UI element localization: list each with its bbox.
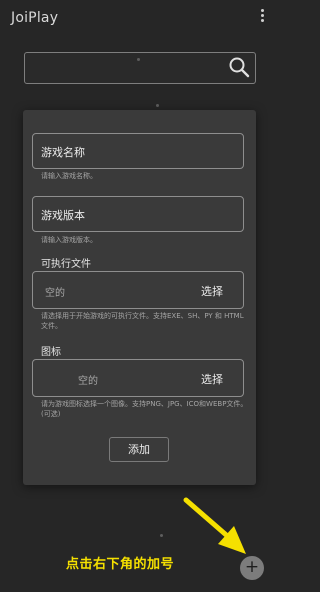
game-version-hint: 请输入游戏版本。 — [41, 236, 97, 244]
executable-hint: 请选择用于开始游戏的可执行文件。支持EXE、SH、PY 和 HTML 文件。 — [41, 312, 244, 330]
game-name-field[interactable]: 游戏名称 — [32, 133, 244, 169]
icon-hint: 请为游戏图标选择一个图像。支持PNG、JPG、ICO和WEBP文件。(可选) — [41, 400, 248, 418]
search-icon[interactable] — [228, 56, 250, 78]
game-name-hint: 请输入游戏名称。 — [41, 172, 97, 180]
more-vert-icon[interactable] — [259, 9, 265, 27]
icon-label: 图标 — [41, 347, 61, 358]
game-version-placeholder: 游戏版本 — [41, 209, 85, 222]
icon-value: 空的 — [78, 376, 98, 387]
icon-select-button[interactable]: 选择 — [201, 371, 223, 387]
background-dot — [160, 534, 163, 537]
app-title: JoiPlay — [11, 10, 59, 26]
annotation-text: 点击右下角的加号 — [66, 557, 175, 572]
executable-value: 空的 — [45, 288, 65, 299]
background-dot — [137, 58, 140, 61]
add-button[interactable]: 添加 — [109, 437, 169, 462]
add-game-dialog: 游戏名称 请输入游戏名称。 游戏版本 请输入游戏版本。 可执行文件 空的 选择 … — [23, 110, 256, 485]
executable-select-button[interactable]: 选择 — [201, 283, 223, 299]
arrow-icon — [183, 497, 246, 554]
executable-row[interactable]: 空的 选择 — [32, 271, 244, 309]
search-input[interactable] — [24, 52, 256, 84]
icon-row[interactable]: 空的 选择 — [32, 359, 244, 397]
game-version-field[interactable]: 游戏版本 — [32, 196, 244, 232]
background-dot — [156, 104, 159, 107]
executable-label: 可执行文件 — [41, 259, 91, 270]
add-game-fab[interactable]: + — [240, 556, 264, 580]
game-name-placeholder: 游戏名称 — [41, 146, 85, 159]
